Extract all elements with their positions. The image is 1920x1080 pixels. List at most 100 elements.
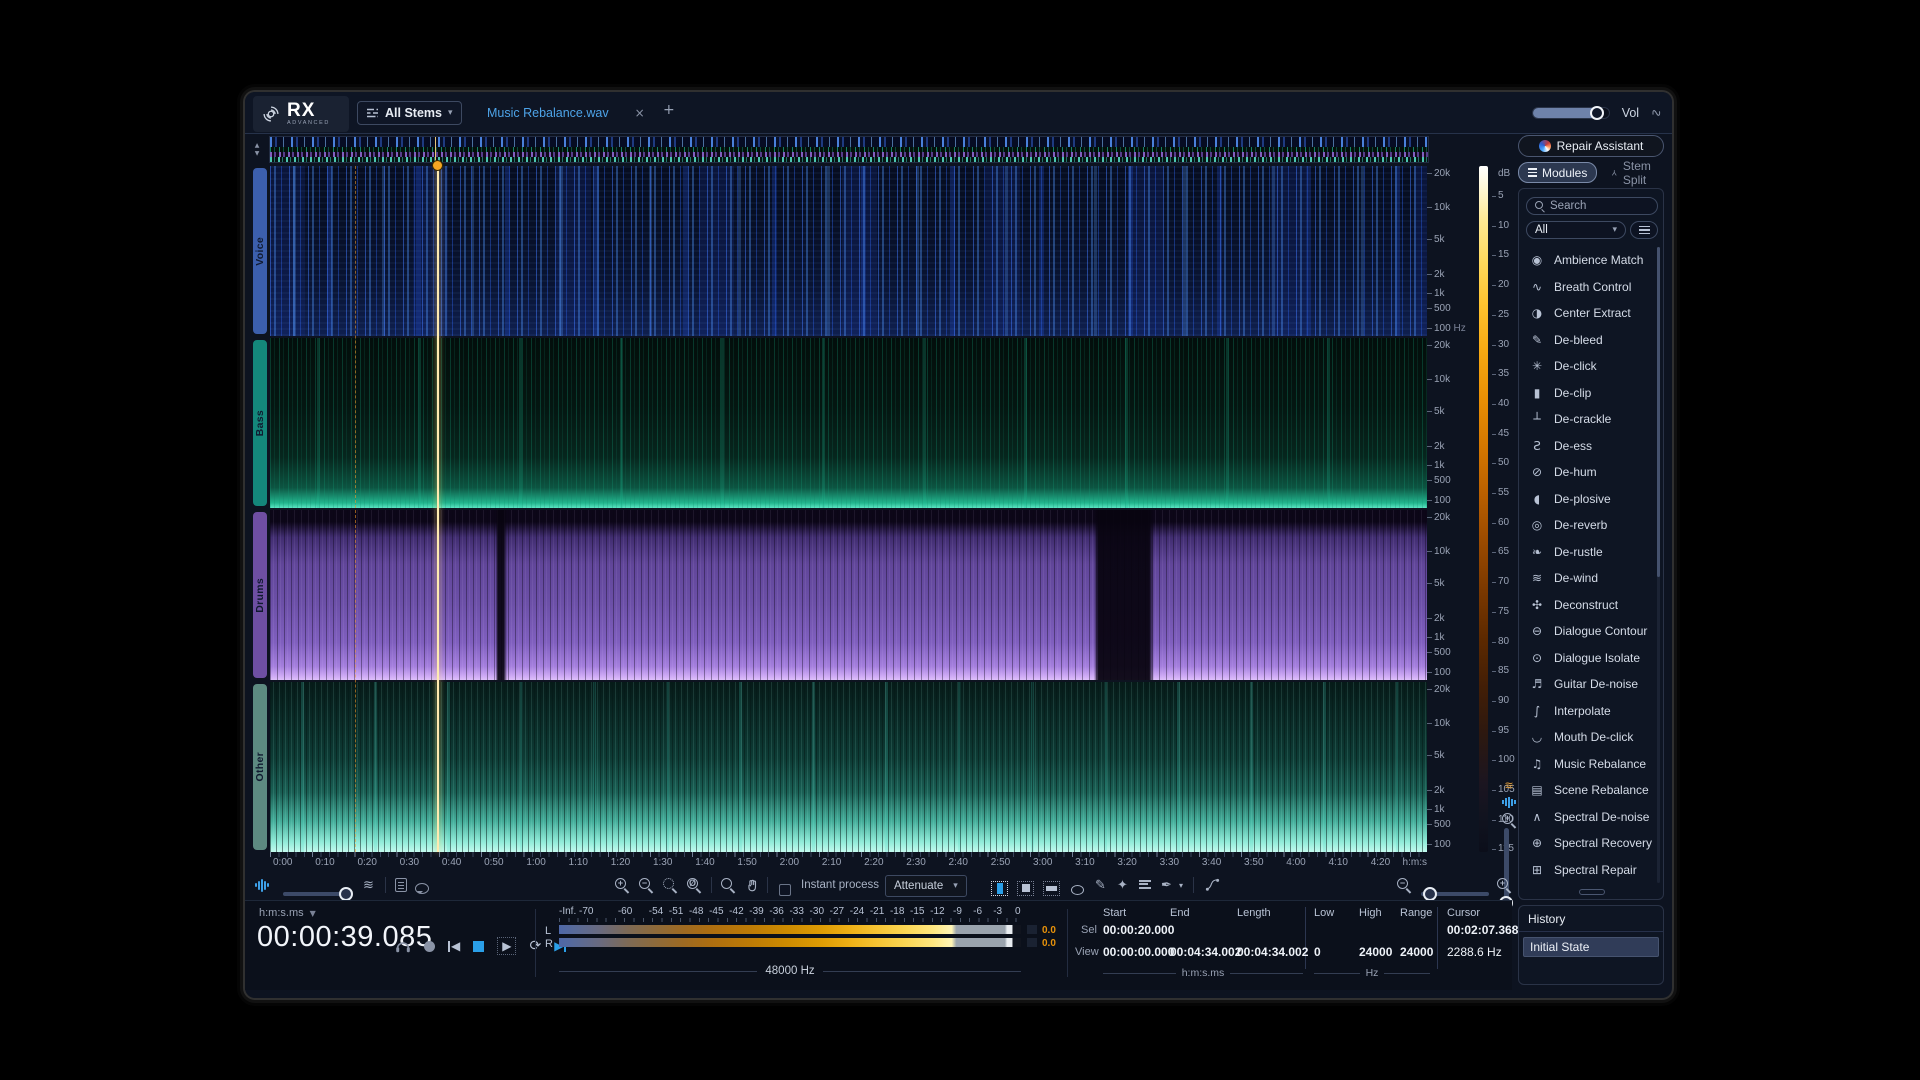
- peak-value-right[interactable]: 0.0: [1042, 938, 1056, 949]
- new-tab-button[interactable]: +: [663, 102, 675, 118]
- module-item-mouth-de-click[interactable]: ◡Mouth De-click: [1521, 724, 1657, 751]
- meter-bar-left[interactable]: [559, 925, 1021, 934]
- spectrogram-settings-button[interactable]: ≋: [363, 874, 374, 896]
- hand-grab-tool[interactable]: [745, 874, 760, 896]
- time-format-selector[interactable]: h:m:s.ms▼: [259, 907, 316, 919]
- panel-resize-handle[interactable]: [1579, 889, 1605, 895]
- overview-scroll-arrows[interactable]: ▲▼: [251, 138, 263, 162]
- zoom-in-button[interactable]: +: [615, 874, 629, 896]
- signal-waveform-icon[interactable]: ∿: [1649, 104, 1664, 122]
- time-selection-tool[interactable]: [991, 877, 1008, 899]
- module-item-dialogue-contour[interactable]: ⊖Dialogue Contour: [1521, 618, 1657, 645]
- view-low-value[interactable]: 0: [1314, 945, 1321, 959]
- module-item-ambience-match[interactable]: ◉Ambience Match: [1521, 247, 1657, 274]
- module-search-box[interactable]: [1526, 197, 1658, 215]
- timeline-ruler[interactable]: h:m:s 0:000:100:200:300:400:501:001:101:…: [270, 852, 1427, 870]
- module-item-de-crackle[interactable]: ┴De-crackle: [1521, 406, 1657, 433]
- view-length-value[interactable]: 00:04:34.002: [1237, 945, 1308, 959]
- magic-wand-tool[interactable]: ✦: [1117, 874, 1128, 896]
- module-item-scene-rebalance[interactable]: ▤Scene Rebalance: [1521, 777, 1657, 804]
- module-list-scrollbar[interactable]: [1657, 247, 1660, 883]
- waveform-overview[interactable]: [269, 136, 1429, 163]
- play-button[interactable]: ▶: [497, 937, 516, 955]
- category-filter-dropdown[interactable]: All ▾: [1526, 221, 1626, 239]
- module-icon-de-clip: ▮: [1529, 386, 1545, 400]
- stem-tab-bass[interactable]: Bass: [253, 340, 267, 506]
- stem-tab-voice[interactable]: Voice: [253, 168, 267, 334]
- module-item-de-click[interactable]: ✳De-click: [1521, 353, 1657, 380]
- module-item-spectral-de-noise[interactable]: ∧Spectral De-noise: [1521, 804, 1657, 831]
- view-end-value[interactable]: 00:04:34.002: [1170, 945, 1241, 959]
- comments-icon[interactable]: [415, 877, 429, 899]
- module-item-dialogue-isolate[interactable]: ⊙Dialogue Isolate: [1521, 645, 1657, 672]
- tab-close-icon[interactable]: ×: [635, 106, 645, 120]
- stop-button[interactable]: [473, 941, 484, 952]
- view-range-value[interactable]: 24000: [1400, 945, 1433, 959]
- module-item-interpolate[interactable]: ∫Interpolate: [1521, 698, 1657, 725]
- module-item-de-rustle[interactable]: ❧De-rustle: [1521, 539, 1657, 566]
- time-frequency-selection-tool[interactable]: [1017, 877, 1034, 899]
- monitor-headphones-icon[interactable]: [395, 939, 411, 953]
- module-item-de-ess[interactable]: ƧDe-ess: [1521, 433, 1657, 460]
- record-button[interactable]: [424, 941, 435, 952]
- timeline-zoom-out-icon[interactable]: −: [1397, 874, 1411, 896]
- brush-selection-tool[interactable]: ✎: [1095, 874, 1106, 896]
- module-list-menu-button[interactable]: [1630, 221, 1658, 239]
- harmonic-selection-tool[interactable]: [1139, 878, 1151, 900]
- tab-modules[interactable]: Modules: [1518, 162, 1597, 183]
- module-item-de-bleed[interactable]: ✎De-bleed: [1521, 327, 1657, 354]
- module-item-de-plosive[interactable]: ◖De-plosive: [1521, 486, 1657, 513]
- spectrogram-voice[interactable]: [270, 166, 1427, 336]
- module-item-music-rebalance[interactable]: ♫Music Rebalance: [1521, 751, 1657, 778]
- timeline-zoom-in-icon[interactable]: +: [1497, 874, 1511, 896]
- spectrogram-drums[interactable]: [270, 510, 1427, 680]
- view-start-value[interactable]: 00:00:00.000: [1103, 945, 1174, 959]
- feather-tool-dropdown-icon[interactable]: ▾: [1179, 874, 1183, 896]
- tab-stem-split[interactable]: Stem Split: [1601, 162, 1665, 183]
- scrollbar-thumb[interactable]: [1657, 247, 1660, 577]
- module-item-spectral-repair[interactable]: ⊞Spectral Repair: [1521, 857, 1657, 884]
- peak-value-left[interactable]: 0.0: [1042, 925, 1056, 936]
- instant-process-checkbox[interactable]: [779, 879, 791, 901]
- file-tab[interactable]: Music Rebalance.wav ×: [477, 98, 655, 128]
- module-item-guitar-de-noise[interactable]: ♬Guitar De-noise: [1521, 671, 1657, 698]
- stems-selector-dropdown[interactable]: All Stems ▾: [357, 101, 462, 125]
- module-item-center-extract[interactable]: ◑Center Extract: [1521, 300, 1657, 327]
- module-item-spectral-recovery[interactable]: ⊕Spectral Recovery: [1521, 830, 1657, 857]
- volume-slider-knob[interactable]: [1590, 106, 1604, 120]
- vertical-zoom-in-icon[interactable]: +: [1502, 813, 1516, 827]
- playhead-marker[interactable]: [432, 160, 443, 171]
- module-item-de-wind[interactable]: ≋De-wind: [1521, 565, 1657, 592]
- history-item[interactable]: Initial State: [1523, 937, 1659, 957]
- frequency-selection-tool[interactable]: [1043, 877, 1060, 899]
- sel-start-value[interactable]: 00:00:20.000: [1103, 923, 1174, 937]
- repair-assistant-button[interactable]: Repair Assistant: [1518, 135, 1664, 157]
- stem-tab-other[interactable]: Other: [253, 684, 267, 850]
- zoom-reset-button[interactable]: Ø: [687, 874, 701, 896]
- spectrogram-bass[interactable]: [270, 338, 1427, 508]
- stem-tab-drums[interactable]: Drums: [253, 512, 267, 678]
- spectrogram-amplitude-colorbar[interactable]: [1479, 166, 1488, 852]
- meter-bar-right[interactable]: [559, 938, 1021, 947]
- module-item-breath-control[interactable]: ∿Breath Control: [1521, 274, 1657, 301]
- volume-slider[interactable]: [1532, 107, 1610, 119]
- module-item-de-hum[interactable]: ⊘De-hum: [1521, 459, 1657, 486]
- view-high-value[interactable]: 24000: [1359, 945, 1392, 959]
- meter-ticks: [559, 918, 1021, 922]
- process-mode-dropdown[interactable]: Attenuate ▾: [885, 875, 967, 897]
- lasso-selection-tool[interactable]: [1071, 879, 1084, 901]
- search-input[interactable]: [1550, 200, 1650, 212]
- module-item-de-clip[interactable]: ▮De-clip: [1521, 380, 1657, 407]
- search-magnifier-tool[interactable]: [721, 874, 735, 896]
- zoom-selection-button[interactable]: [663, 874, 677, 896]
- module-item-de-reverb[interactable]: ◎De-reverb: [1521, 512, 1657, 539]
- feather-tool[interactable]: ✒: [1161, 874, 1172, 896]
- signal-chain-icon[interactable]: [1205, 874, 1220, 896]
- zoom-out-button[interactable]: −: [639, 874, 653, 896]
- waveform-blend-icon[interactable]: [255, 874, 269, 896]
- module-item-deconstruct[interactable]: ✣Deconstruct: [1521, 592, 1657, 619]
- waveform-view-icon[interactable]: [1502, 797, 1516, 807]
- spectrogram-other[interactable]: [270, 682, 1427, 852]
- go-to-start-button[interactable]: ◀: [448, 939, 460, 953]
- session-notes-icon[interactable]: [395, 874, 407, 896]
